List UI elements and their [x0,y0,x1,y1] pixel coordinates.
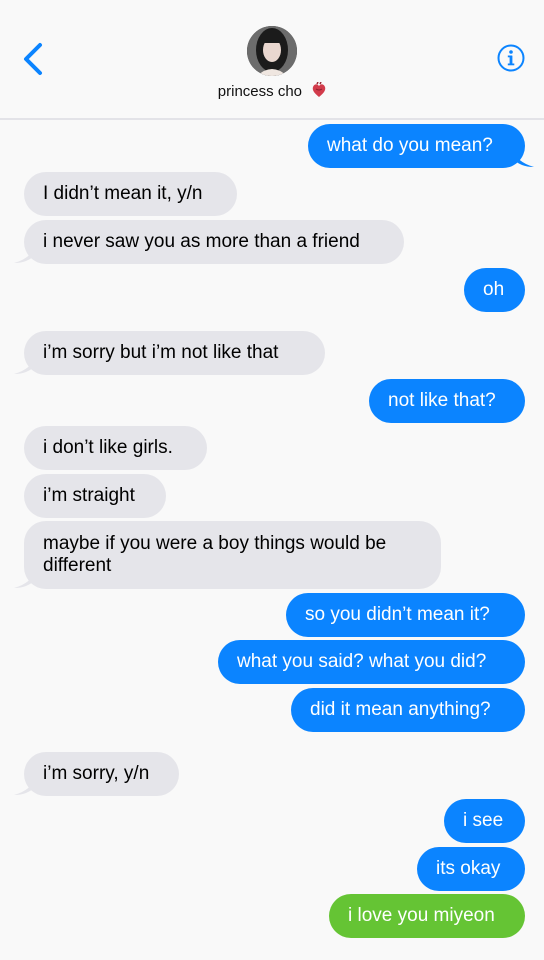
bubble-tail [14,776,36,795]
message-bubble-incoming[interactable]: i’m straight [24,474,166,518]
conversation-header: princess cho [0,0,544,120]
message-bubble-outgoing[interactable]: what you said? what you did? [218,640,525,684]
message-bubble-outgoing[interactable]: oh [464,268,525,312]
info-icon[interactable] [497,44,525,72]
bubble-tail [14,355,36,374]
contact-avatar[interactable] [247,26,297,76]
message-bubble-outgoing[interactable]: not like that? [369,379,525,423]
bubble-tail [14,569,36,588]
message-bubble-incoming[interactable]: i don’t like girls. [24,426,207,470]
message-bubble-outgoing-unsent[interactable]: i love you miyeon [329,894,525,938]
message-bubble-outgoing[interactable]: did it mean anything? [291,688,525,732]
contact-name: princess cho [217,83,303,100]
message-bubble-incoming[interactable]: I didn’t mean it, y/n [24,172,237,216]
contact-name-row[interactable]: princess cho [0,82,544,100]
message-bubble-outgoing[interactable]: its okay [417,847,525,891]
message-bubble-outgoing[interactable]: so you didn’t mean it? [286,593,525,637]
bubble-tail [14,244,36,263]
message-bubble-incoming[interactable]: i’m sorry, y/n [24,752,179,796]
message-bubble-incoming[interactable]: maybe if you were a boy things would be … [24,521,441,589]
bubble-tail [512,148,534,167]
message-bubble-incoming[interactable]: i’m sorry but i’m not like that [24,331,325,375]
chevron-left-icon[interactable] [22,42,44,76]
message-bubble-incoming[interactable]: i never saw you as more than a friend [24,220,404,264]
heart-emoji-icon [312,82,326,97]
message-bubble-outgoing[interactable]: i see [444,799,525,843]
message-bubble-outgoing[interactable]: what do you mean? [308,124,525,168]
